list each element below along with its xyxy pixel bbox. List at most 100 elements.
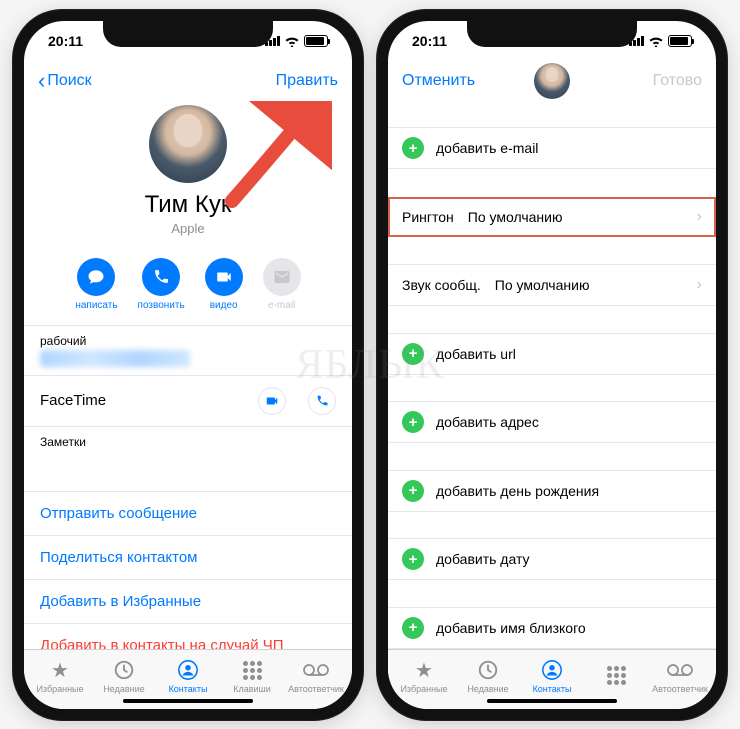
cancel-button[interactable]: Отменить (402, 72, 475, 90)
clock-icon (113, 658, 135, 682)
notch (103, 21, 273, 47)
chevron-right-icon: › (697, 208, 702, 226)
status-time: 20:11 (48, 33, 83, 49)
notes-row[interactable]: Заметки (24, 427, 352, 492)
plus-icon: + (402, 480, 424, 502)
status-time: 20:11 (412, 33, 447, 49)
edit-content: + добавить e-mail Рингтон По умолчанию ›… (388, 101, 716, 649)
clock-icon (477, 658, 499, 682)
add-related-row[interactable]: + добавить имя близкого (388, 607, 716, 649)
text-tone-row[interactable]: Звук сообщ. По умолчанию › (388, 264, 716, 306)
voicemail-icon (667, 658, 693, 682)
chevron-right-icon: › (697, 276, 702, 294)
contact-name: Тим Кук (24, 191, 352, 219)
tab-recents[interactable]: Недавние (94, 658, 154, 694)
add-emergency-row[interactable]: Добавить в контакты на случай ЧП (24, 624, 352, 649)
add-birthday-label: добавить день рождения (436, 483, 599, 499)
video-label: видео (210, 300, 238, 311)
mail-button: e-mail (263, 258, 301, 311)
tab-keypad[interactable]: Клавиши (222, 658, 282, 694)
tab-favorites-label: Избранные (400, 684, 447, 694)
star-icon: ★ (415, 658, 433, 682)
tab-contacts-label: Контакты (169, 684, 208, 694)
contact-avatar[interactable] (149, 105, 227, 183)
ringtone-row[interactable]: Рингтон По умолчанию › (388, 196, 716, 238)
keypad-icon (607, 663, 626, 687)
done-button[interactable]: Готово (653, 72, 702, 90)
contact-icon (541, 658, 563, 682)
tab-recents-label: Недавние (467, 684, 508, 694)
battery-icon (304, 35, 328, 47)
tab-recents[interactable]: Недавние (458, 658, 518, 694)
chevron-back-icon: ‹ (38, 70, 45, 92)
edit-button[interactable]: Править (276, 72, 338, 90)
plus-icon: + (402, 411, 424, 433)
phone-icon (153, 268, 170, 285)
nav-avatar[interactable] (534, 63, 570, 99)
nav-bar: ‹ Поиск Править (24, 61, 352, 101)
back-button[interactable]: ‹ Поиск (38, 70, 92, 92)
video-icon (215, 268, 233, 286)
tab-favorites[interactable]: ★ Избранные (394, 658, 454, 694)
share-contact-row[interactable]: Поделиться контактом (24, 536, 352, 580)
tab-keypad-label: Клавиши (233, 684, 271, 694)
home-indicator (123, 699, 253, 703)
ringtone-value: По умолчанию (468, 209, 683, 225)
tab-contacts-label: Контакты (533, 684, 572, 694)
battery-icon (668, 35, 692, 47)
facetime-video-button[interactable] (258, 387, 286, 415)
contact-company: Apple (24, 221, 352, 236)
tab-contacts[interactable]: Контакты (158, 658, 218, 694)
notch (467, 21, 637, 47)
facetime-row[interactable]: FaceTime (24, 376, 352, 427)
send-message-row[interactable]: Отправить сообщение (24, 492, 352, 536)
video-button[interactable]: видео (205, 258, 243, 311)
nav-bar: Отменить Готово (388, 61, 716, 101)
facetime-audio-button[interactable] (308, 387, 336, 415)
star-icon: ★ (51, 658, 69, 682)
add-related-label: добавить имя близкого (436, 620, 586, 636)
back-label: Поиск (47, 72, 91, 90)
phone-type-label: рабочий (40, 334, 86, 348)
call-label: позвонить (138, 300, 185, 311)
add-email-row[interactable]: + добавить e-mail (388, 127, 716, 169)
ringtone-label: Рингтон (402, 209, 454, 225)
text-tone-label: Звук сообщ. (402, 277, 481, 293)
tab-recents-label: Недавние (103, 684, 144, 694)
call-button[interactable]: позвонить (138, 258, 185, 311)
add-address-row[interactable]: + добавить адрес (388, 401, 716, 443)
add-favorite-row[interactable]: Добавить в Избранные (24, 580, 352, 624)
cancel-label: Отменить (402, 72, 475, 90)
tab-favorites[interactable]: ★ Избранные (30, 658, 90, 694)
voicemail-icon (303, 658, 329, 682)
tab-voicemail-label: Автоответчик (652, 684, 708, 694)
add-url-label: добавить url (436, 346, 516, 362)
screen-right: 20:11 Отменить Готово + добавить e-mail … (388, 21, 716, 709)
tab-keypad[interactable] (586, 663, 646, 689)
tab-contacts[interactable]: Контакты (522, 658, 582, 694)
text-tone-value: По умолчанию (495, 277, 683, 293)
add-birthday-row[interactable]: + добавить день рождения (388, 470, 716, 512)
tab-voicemail[interactable]: Автоответчик (286, 658, 346, 694)
home-indicator (487, 699, 617, 703)
message-button[interactable]: написать (75, 258, 117, 311)
add-email-label: добавить e-mail (436, 140, 538, 156)
phone-number-blurred (40, 350, 190, 367)
message-icon (87, 268, 105, 286)
keypad-icon (243, 658, 262, 682)
facetime-label: FaceTime (40, 392, 106, 409)
mail-label: e-mail (268, 300, 295, 311)
add-date-row[interactable]: + добавить дату (388, 538, 716, 580)
tab-voicemail-label: Автоответчик (288, 684, 344, 694)
add-url-row[interactable]: + добавить url (388, 333, 716, 375)
plus-icon: + (402, 617, 424, 639)
add-address-label: добавить адрес (436, 414, 539, 430)
tab-voicemail[interactable]: Автоответчик (650, 658, 710, 694)
screen-left: 20:11 ‹ Поиск Править Тим Кук Apple (24, 21, 352, 709)
phone-frame-right: 20:11 Отменить Готово + добавить e-mail … (376, 9, 728, 721)
mail-icon (273, 268, 291, 286)
plus-icon: + (402, 343, 424, 365)
notes-label: Заметки (40, 435, 86, 449)
phone-frame-left: 20:11 ‹ Поиск Править Тим Кук Apple (12, 9, 364, 721)
phone-row[interactable]: рабочий (24, 326, 352, 376)
